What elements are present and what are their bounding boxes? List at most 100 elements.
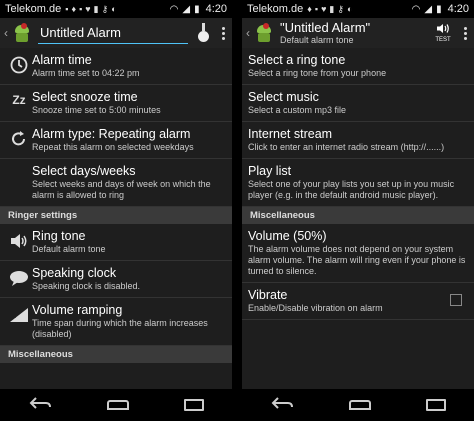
notification-icon: ♥: [85, 3, 91, 14]
notification-icon: ♦: [307, 3, 312, 14]
notification-icon: ◐: [111, 3, 117, 14]
notification-icon: ♦: [71, 3, 77, 14]
carrier-label: Telekom.de: [247, 3, 304, 15]
left-screen: Telekom.de ▪ ♦ ▪ ♥ ▮ ⚷ ◐ ◠ ◢ ▮ 4:20 ‹ Un…: [0, 0, 232, 421]
list-item-alarm-type[interactable]: Alarm type: Repeating alarm Repeat this a…: [0, 122, 232, 159]
item-title: Ring tone: [32, 229, 86, 243]
item-subtitle: The alarm volume does not depend on your…: [248, 244, 466, 276]
list-item-volume-ramping[interactable]: Volume ramping Time span during which the…: [0, 298, 232, 346]
system-icons: ◠ ◢ ▮ 4:20: [412, 3, 469, 15]
list-item-speaking-clock[interactable]: Speaking clock Speaking clock is disabled…: [0, 261, 232, 298]
list-item-select-music[interactable]: Select music Select a custom mp3 file: [242, 85, 474, 122]
app-icon[interactable]: [254, 23, 274, 43]
wifi-icon: ◠: [411, 3, 421, 15]
action-bar: ‹ "Untitled Alarm" Default alarm tone TE…: [242, 18, 474, 48]
section-header-misc: Miscellaneous: [0, 346, 232, 363]
speaker-icon: [6, 229, 32, 255]
list-item-ring-tone[interactable]: Ring tone Default alarm tone: [0, 224, 232, 261]
repeat-icon: [6, 127, 32, 153]
battery-icon: ▮: [436, 3, 442, 15]
system-icons: ◠ ◢ ▮ 4:20: [170, 3, 227, 15]
item-title: Select snooze time: [32, 90, 138, 104]
action-bar: ‹ Untitled Alarm: [0, 18, 232, 48]
right-screen: Telekom.de ♦ ▪ ♥ ▮ ⚷ ◐ ◠ ◢ ▮ 4:20 ‹ "Unt…: [242, 0, 474, 421]
back-nav-icon[interactable]: [28, 396, 52, 415]
back-nav-icon[interactable]: [270, 396, 294, 415]
status-bar: Telekom.de ▪ ♦ ▪ ♥ ▮ ⚷ ◐ ◠ ◢ ▮ 4:20: [0, 0, 232, 18]
item-title: Vibrate: [248, 288, 288, 302]
item-subtitle: Repeat this alarm on selected weekdays: [32, 142, 194, 152]
clock-time: 4:20: [447, 3, 469, 15]
notification-icon: ▮: [93, 3, 99, 14]
item-title: Alarm type: Repeating alarm: [32, 127, 191, 141]
item-title: Internet stream: [248, 127, 333, 141]
item-title: Play list: [248, 164, 292, 178]
recent-apps-icon[interactable]: [184, 399, 205, 411]
notification-icon: ♥: [321, 3, 327, 14]
vibrate-checkbox[interactable]: [450, 294, 462, 306]
page-title-text: "Untitled Alarm": [280, 19, 371, 35]
overflow-menu-icon[interactable]: [460, 26, 470, 40]
app-icon[interactable]: [12, 23, 32, 43]
page-title: "Untitled Alarm" Default alarm tone: [280, 19, 432, 46]
nav-bar: [242, 389, 474, 421]
clock-icon: [6, 53, 32, 79]
item-title: Select music: [248, 90, 319, 104]
battery-icon: ▮: [194, 3, 200, 15]
item-subtitle: Select weeks and days of week on which t…: [32, 179, 211, 200]
snooze-icon: Zz: [12, 93, 26, 107]
alarm-title-input[interactable]: Untitled Alarm: [38, 22, 188, 44]
settings-list: Alarm time Alarm time set to 04:22 pm Zz …: [0, 48, 232, 389]
notification-icon: ▪: [65, 3, 69, 14]
item-subtitle: Click to enter an internet radio stream …: [248, 142, 445, 152]
overflow-menu-icon[interactable]: [218, 26, 228, 40]
list-item-volume[interactable]: Volume (50%) The alarm volume does not de…: [242, 224, 474, 283]
item-title: Volume (50%): [248, 229, 327, 243]
item-title: Select days/weeks: [32, 164, 136, 178]
recent-apps-icon[interactable]: [426, 399, 447, 411]
section-header-misc: Miscellaneous: [242, 207, 474, 224]
status-bar: Telekom.de ♦ ▪ ♥ ▮ ⚷ ◐ ◠ ◢ ▮ 4:20: [242, 0, 474, 18]
signal-icon: ◢: [182, 3, 191, 15]
list-item-ring-tone[interactable]: Select a ring tone Select a ring tone fro…: [242, 48, 474, 85]
notification-icon: ▪: [314, 3, 319, 14]
list-item-alarm-time[interactable]: Alarm time Alarm time set to 04:22 pm: [0, 48, 232, 85]
speaker-icon: [436, 23, 450, 37]
page-subtitle: Default alarm tone: [280, 34, 354, 45]
notification-icon: ▮: [329, 3, 335, 14]
list-item-snooze[interactable]: Zz Select snooze time Snooze time set to …: [0, 85, 232, 122]
notification-icon: ◐: [346, 3, 353, 14]
test-sound-button[interactable]: TEST: [432, 23, 454, 43]
list-item-select-days[interactable]: Select days/weeks Select weeks and days o…: [0, 159, 232, 207]
test-label: TEST: [435, 37, 451, 43]
item-subtitle: Time span during which the alarm increas…: [32, 318, 208, 339]
item-subtitle: Alarm time set to 04:22 pm: [32, 68, 140, 78]
clock-time: 4:20: [205, 3, 227, 15]
home-nav-icon[interactable]: [348, 400, 371, 410]
back-caret-icon[interactable]: ‹: [4, 26, 12, 40]
home-nav-icon[interactable]: [106, 400, 129, 410]
item-subtitle: Speaking clock is disabled.: [32, 281, 141, 291]
item-subtitle: Select a ring tone from your phone: [248, 68, 387, 78]
signal-icon: ◢: [424, 3, 433, 15]
back-caret-icon[interactable]: ‹: [246, 26, 254, 40]
item-title: Select a ring tone: [248, 53, 346, 67]
nav-bar: [0, 389, 232, 421]
list-item-play-list[interactable]: Play list Select one of your play lists y…: [242, 159, 474, 207]
notification-icon: ⚷: [337, 3, 344, 14]
item-subtitle: Select a custom mp3 file: [248, 105, 347, 115]
item-subtitle: Snooze time set to 5:00 minutes: [32, 105, 161, 115]
list-item-vibrate[interactable]: Vibrate Enable/Disable vibration on alarm: [242, 283, 474, 320]
notification-icon: ▪: [79, 3, 83, 14]
volume-ramp-icon: [6, 303, 32, 340]
item-title: Alarm time: [32, 53, 92, 67]
ringtone-options-list: Select a ring tone Select a ring tone fro…: [242, 48, 474, 389]
list-item-internet-stream[interactable]: Internet stream Click to enter an interne…: [242, 122, 474, 159]
item-subtitle: Enable/Disable vibration on alarm: [248, 303, 383, 313]
notification-icons: ▪ ♦ ▪ ♥ ▮ ⚷ ◐: [65, 4, 169, 15]
carrier-label: Telekom.de: [5, 3, 62, 15]
alarm-toggle-icon[interactable]: [194, 22, 212, 44]
item-subtitle: Select one of your play lists you set up…: [248, 179, 455, 200]
speech-bubble-icon: [6, 266, 32, 292]
section-header-ringer: Ringer settings: [0, 207, 232, 224]
